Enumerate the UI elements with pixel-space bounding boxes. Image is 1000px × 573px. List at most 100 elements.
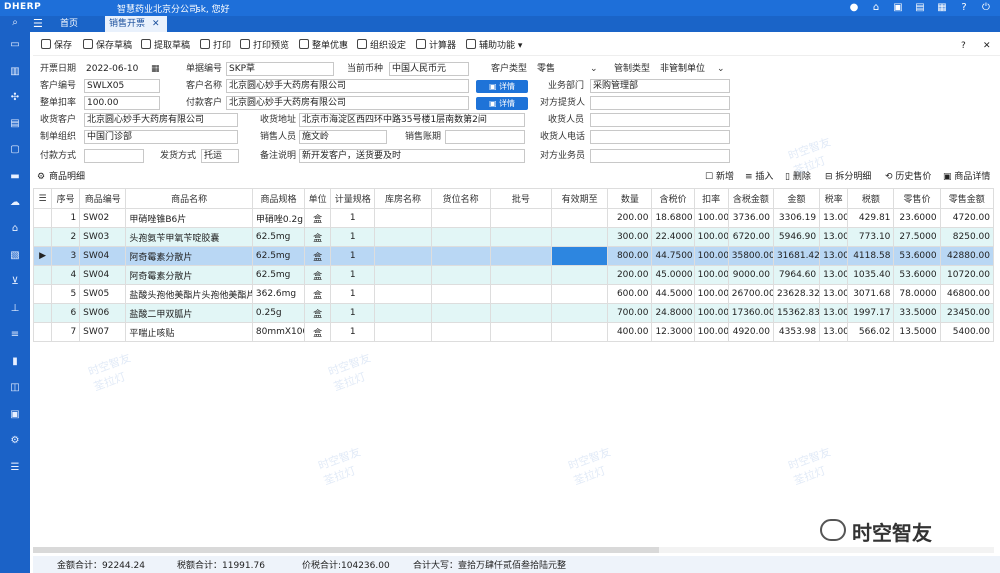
table-cell[interactable]: 17360.00 — [727, 303, 774, 323]
chart-icon[interactable]: ▮ — [8, 355, 22, 369]
table-cell[interactable]: 23628.32 — [772, 284, 821, 304]
table-cell[interactable]: 4920.00 — [727, 322, 774, 342]
table-cell[interactable]: 200.00 — [607, 208, 653, 228]
table-cell[interactable]: 13.00 — [819, 265, 849, 285]
counter-sales-field[interactable] — [590, 149, 730, 163]
table-cell[interactable]: SW03 — [79, 227, 127, 247]
table-cell[interactable]: 甲硝唑锥B6片 — [125, 208, 253, 228]
table-cell[interactable]: 22.4000 — [651, 227, 695, 247]
table-cell[interactable]: 46800.00 — [939, 284, 995, 304]
table-cell[interactable]: 200.00 — [607, 265, 653, 285]
calendar-icon[interactable]: ▦ — [151, 62, 160, 76]
table-cell[interactable]: 9000.00 — [727, 265, 774, 285]
table-cell[interactable]: 400.00 — [607, 322, 653, 342]
column-header[interactable]: 序号 — [51, 188, 81, 209]
discount-button[interactable]: 整单优惠 — [299, 39, 348, 53]
table-row[interactable]: 1 SW02 甲硝唑锥B6片 甲硝唑0.2g 盒 1 200.00 18.6800 100.00… — [32, 208, 995, 228]
table-cell[interactable] — [551, 322, 609, 342]
column-header[interactable]: 批号 — [489, 188, 553, 209]
table-cell[interactable]: 1 — [330, 303, 376, 323]
column-header[interactable]: 含税金额 — [727, 188, 774, 209]
column-header[interactable]: 有效期至 — [551, 188, 609, 209]
print-icon[interactable]: ▤ — [914, 2, 926, 14]
table-cell[interactable]: 100.00 — [693, 303, 729, 323]
customer-detail-button[interactable]: ▣ 详情 — [476, 80, 528, 93]
receive-address-field[interactable]: 北京市海淀区西四环中路35号楼1层南数第2间 — [299, 113, 525, 127]
table-cell[interactable] — [489, 208, 553, 228]
table-cell[interactable]: 100.00 — [693, 322, 729, 342]
doc-icon[interactable]: ▢ — [8, 143, 22, 157]
customer-name-field[interactable]: 北京圆心妙手大药房有限公司 — [226, 79, 469, 93]
cart-icon[interactable]: ⊻ — [8, 275, 22, 289]
table-cell[interactable] — [489, 265, 553, 285]
delete-row-button[interactable]: ▯ 删除 — [785, 170, 811, 184]
table-cell[interactable] — [430, 208, 491, 228]
table-cell[interactable] — [430, 227, 491, 247]
horizontal-scrollbar[interactable] — [33, 547, 994, 553]
table-cell[interactable]: 23450.00 — [939, 303, 995, 323]
new-row-button[interactable]: ☐ 新增 — [705, 170, 734, 184]
column-header[interactable]: 商品名称 — [125, 188, 253, 209]
table-cell[interactable]: 盒 — [304, 227, 332, 247]
column-settings-icon[interactable]: ☰ — [32, 188, 53, 209]
settings-icon[interactable]: ⚙ — [8, 434, 22, 448]
sales-account-field[interactable] — [445, 130, 525, 144]
table-cell[interactable]: 盒 — [304, 322, 332, 342]
table-cell[interactable] — [374, 265, 432, 285]
table-cell[interactable]: 头孢氨苄甲氧苄啶胶囊 — [125, 227, 253, 247]
receiver-field[interactable] — [590, 113, 730, 127]
table-cell[interactable]: SW05 — [79, 284, 127, 304]
table-cell[interactable]: 12.3000 — [651, 322, 695, 342]
table-cell[interactable] — [374, 227, 432, 247]
power-icon[interactable]: ⏻ — [980, 2, 992, 14]
chevron-down-icon[interactable]: ⌄ — [590, 62, 598, 76]
table-cell[interactable]: 盐酸头孢他美酯片头孢他美酯片 — [125, 284, 253, 304]
company-name[interactable]: 智慧药业北京分公司 — [117, 2, 198, 15]
row-selector[interactable] — [32, 303, 53, 323]
table-cell[interactable]: 盐酸二甲双胍片 — [125, 303, 253, 323]
table-cell[interactable]: 4118.58 — [847, 246, 895, 266]
table-cell[interactable] — [489, 303, 553, 323]
column-header[interactable]: 计量规格 — [330, 188, 376, 209]
column-header[interactable]: 数量 — [607, 188, 653, 209]
chevron-down-icon[interactable]: ⌄ — [717, 62, 725, 76]
row-selector[interactable] — [32, 208, 53, 228]
table-cell[interactable]: 13.00 — [819, 246, 849, 266]
table-cell[interactable]: 27.5000 — [893, 227, 941, 247]
table-cell[interactable]: 80mmX100 — [251, 322, 306, 342]
table-cell[interactable]: 42880.00 — [939, 246, 995, 266]
table-cell[interactable]: 53.6000 — [893, 265, 941, 285]
customer-code-field[interactable]: SWLX05 — [84, 79, 160, 93]
table-cell[interactable]: 62.5mg — [251, 227, 306, 247]
department-field[interactable]: 采购管理部 — [590, 79, 730, 93]
table-cell[interactable] — [374, 322, 432, 342]
table-cell[interactable]: 362.6mg — [251, 284, 306, 304]
table-cell[interactable]: 盒 — [304, 284, 332, 304]
table-cell[interactable] — [489, 322, 553, 342]
table-cell[interactable]: 5 — [51, 284, 81, 304]
table-cell[interactable]: SW06 — [79, 303, 127, 323]
table-cell[interactable]: SW02 — [79, 208, 127, 228]
table-cell[interactable] — [551, 303, 609, 323]
pay-customer-field[interactable]: 北京圆心妙手大药房有限公司 — [226, 96, 469, 110]
table-cell[interactable]: 1 — [330, 246, 376, 266]
table-cell[interactable]: 23.6000 — [893, 208, 941, 228]
screen-icon[interactable]: ◫ — [8, 381, 22, 395]
table-cell[interactable]: 5946.90 — [772, 227, 821, 247]
table-cell[interactable]: 13.00 — [819, 208, 849, 228]
table-cell[interactable]: 18.6800 — [651, 208, 695, 228]
table-cell[interactable]: 4353.98 — [772, 322, 821, 342]
apps-icon[interactable]: ▦ — [936, 2, 948, 14]
table-cell[interactable]: 600.00 — [607, 284, 653, 304]
ship-method-select[interactable]: 托运 — [201, 149, 239, 163]
help-icon[interactable]: ? — [958, 2, 970, 14]
column-header[interactable]: 零售价 — [893, 188, 941, 209]
column-header[interactable]: 金额 — [772, 188, 821, 209]
table-cell[interactable]: 1 — [51, 208, 81, 228]
org-icon[interactable]: ⊥ — [8, 302, 22, 316]
monitor-icon[interactable]: ▭ — [8, 38, 22, 52]
table-cell[interactable]: 53.6000 — [893, 246, 941, 266]
table-cell[interactable]: 300.00 — [607, 227, 653, 247]
table-cell[interactable]: 3736.00 — [727, 208, 774, 228]
card-icon[interactable]: ▬ — [8, 170, 22, 184]
